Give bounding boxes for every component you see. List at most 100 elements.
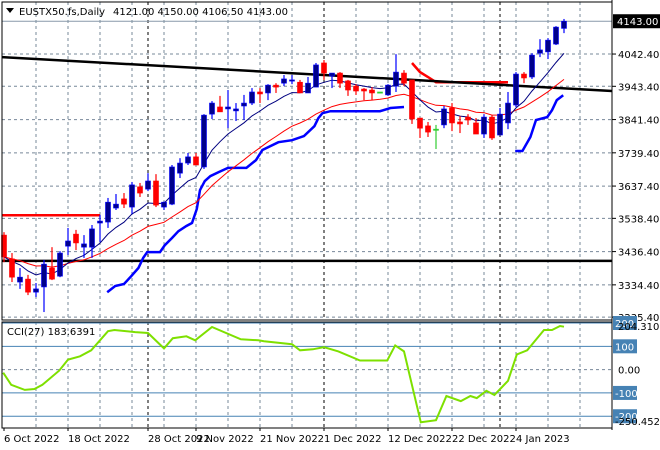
- candle: [385, 84, 391, 96]
- candle-body: [209, 102, 215, 115]
- candle-body: [273, 84, 279, 88]
- time-tick-label: 12 Dec 2022: [388, 434, 452, 445]
- candle-body: [257, 91, 263, 95]
- candle-body: [121, 198, 127, 205]
- candle-body: [401, 72, 407, 84]
- candle-body: [353, 85, 359, 92]
- candle-body: [561, 20, 567, 29]
- candle-body: [113, 203, 119, 209]
- candle-body: [177, 162, 183, 174]
- candle: [313, 62, 319, 88]
- candle-body: [297, 81, 303, 94]
- candle-body: [153, 180, 159, 206]
- candle-body: [409, 79, 415, 120]
- candle-body: [305, 82, 311, 94]
- candle-body: [65, 240, 71, 247]
- price-tick-label: 3739.40: [618, 149, 659, 160]
- candle: [553, 26, 559, 46]
- candle-body: [337, 72, 343, 84]
- time-tick-label: 6 Oct 2022: [4, 434, 59, 445]
- candle-body: [457, 121, 463, 125]
- candle: [201, 114, 207, 169]
- candle-body: [473, 122, 479, 135]
- time-tick-label: 1 Dec 2022: [324, 434, 382, 445]
- candle-body: [33, 288, 39, 293]
- price-tick-label: 3334.40: [618, 281, 659, 292]
- time-tick-label: 21 Nov 2022: [260, 434, 324, 445]
- candle-body: [41, 263, 47, 288]
- candle-body: [193, 156, 199, 166]
- cci-max-label: 204.3102: [618, 322, 660, 333]
- candle-body: [393, 71, 399, 87]
- current-price-label: 4143.00: [617, 17, 658, 28]
- candle-body: [369, 89, 375, 94]
- time-tick-label: 18 Oct 2022: [68, 434, 130, 445]
- candle-body: [553, 26, 559, 45]
- candle: [513, 72, 519, 107]
- price-tick-label: 4042.40: [618, 50, 659, 61]
- candle-body: [81, 243, 87, 248]
- candle-body: [185, 156, 191, 164]
- candle-body: [417, 117, 423, 129]
- candle-body: [145, 180, 151, 190]
- cci-tick-label: 100: [615, 342, 634, 353]
- candle-body: [25, 278, 31, 293]
- ohlc-label: 4121.00 4150.00 4106.50 4143.00: [113, 7, 288, 18]
- candle-body: [97, 220, 103, 224]
- candle-body: [441, 108, 447, 126]
- candle-body: [449, 107, 455, 124]
- candle-body: [73, 233, 79, 244]
- candle-body: [249, 91, 255, 104]
- time-tick-label: 22 Dec 2022: [452, 434, 516, 445]
- candle-body: [529, 54, 535, 78]
- candle-body: [201, 114, 207, 168]
- candle-body: [137, 186, 143, 194]
- cci-label: CCI(27) 183.6391: [7, 327, 95, 338]
- candle-body: [225, 106, 231, 110]
- candle-body: [281, 78, 287, 84]
- candle-body: [129, 184, 135, 208]
- candle-body: [489, 116, 495, 139]
- cci-min-label: -250.4527: [615, 417, 660, 428]
- symbol-label: EUSTX50.fs,Daily: [19, 7, 105, 18]
- candle-body: [345, 80, 351, 91]
- candle-body: [265, 84, 271, 94]
- candle-body: [289, 79, 295, 82]
- price-tick-label: 3436.40: [618, 248, 659, 259]
- candle-body: [433, 128, 439, 131]
- time-tick-label: 4 Jan 2023: [516, 434, 570, 445]
- candle-body: [377, 91, 383, 94]
- candle-body: [425, 125, 431, 133]
- candle: [441, 106, 447, 129]
- candle: [409, 79, 415, 124]
- candle: [377, 91, 383, 94]
- candle-body: [49, 267, 55, 280]
- price-chart[interactable]: 4042.40 3943.40 3841.40 3739.40 3637.40 3538.…: [0, 0, 660, 450]
- candle-body: [537, 49, 543, 54]
- price-tick-label: 3538.40: [618, 214, 659, 225]
- chart-header: EUSTX50.fs,Daily 4121.00 4150.00 4106.50…: [6, 7, 288, 18]
- candle-body: [497, 113, 503, 136]
- candle-body: [217, 106, 223, 113]
- candle-body: [233, 108, 239, 112]
- candle: [169, 165, 175, 206]
- time-tick-label: 9 Nov 2022: [196, 434, 254, 445]
- candle-body: [105, 201, 111, 223]
- candle-body: [465, 116, 471, 121]
- candle-body: [161, 201, 167, 208]
- candle: [57, 251, 63, 278]
- candle: [529, 53, 535, 79]
- price-tick-label: 3943.40: [618, 82, 659, 93]
- price-tick-label: 3841.40: [618, 116, 659, 127]
- candle-body: [481, 116, 487, 135]
- candle-body: [57, 252, 63, 277]
- candle: [489, 115, 495, 140]
- candle-body: [169, 166, 175, 205]
- cci-tick-label: -100: [615, 389, 638, 400]
- candle-body: [521, 73, 527, 79]
- candle-body: [545, 39, 551, 53]
- candle-body: [313, 64, 319, 88]
- candle-body: [329, 72, 335, 77]
- candle-body: [9, 258, 15, 278]
- candle-body: [505, 102, 511, 124]
